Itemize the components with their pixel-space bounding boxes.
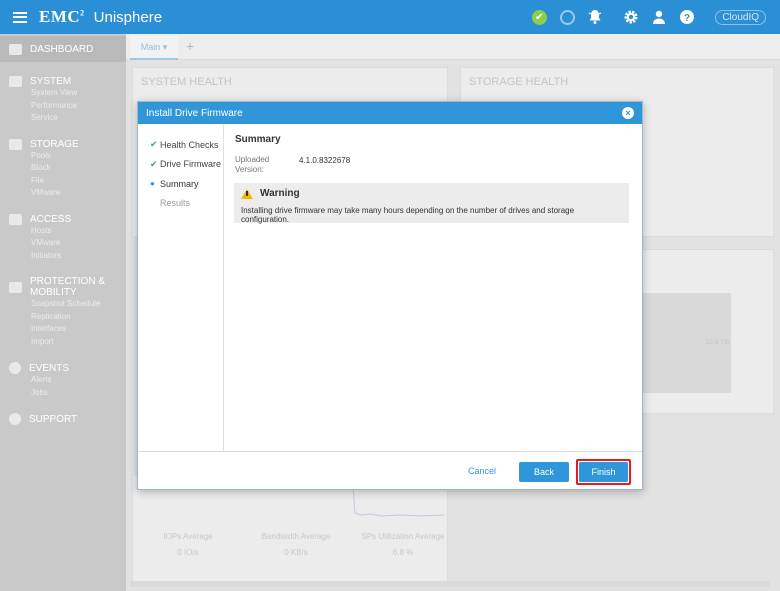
clock-icon[interactable] [559, 9, 575, 25]
sp-util-value: 6.8 % [392, 548, 414, 557]
dialog-footer: Cancel Back Finish [138, 451, 642, 489]
sidebar-section-protection[interactable]: PROTECTION & MOBILITY [0, 276, 126, 298]
dashboard-icon [9, 43, 22, 55]
wizard-step-health-checks[interactable]: ✔ Health Checks [138, 135, 223, 155]
sidebar-item-interfaces[interactable]: Interfaces [0, 323, 126, 336]
back-button[interactable]: Back [519, 462, 569, 482]
iops-label: IOPs Average [163, 532, 213, 541]
wizard-step-summary[interactable]: ● Summary [138, 174, 223, 194]
warning-box: Warning Installing drive firmware may ta… [234, 183, 629, 224]
uploaded-version-value: 4.1.0.8322678 [299, 156, 351, 165]
warning-icon [241, 188, 253, 199]
system-health-title: SYSTEM HEALTH [141, 76, 232, 88]
sp-util-label: SPs Utilization Average [361, 532, 445, 541]
sidebar-item-vmware-access[interactable]: VMware [0, 237, 126, 250]
system-icon [9, 76, 22, 87]
sidebar-item-service[interactable]: Service [0, 112, 126, 125]
sidebar-item-file[interactable]: File [0, 175, 126, 188]
capacity-value: 10.8 TB [705, 339, 730, 346]
warning-title: Warning [260, 188, 300, 199]
iops-value: 0 IO/s [177, 548, 199, 557]
gear-icon[interactable] [623, 9, 639, 25]
sidebar-item-pools[interactable]: Pools [0, 150, 126, 163]
sidebar-item-replication[interactable]: Replication [0, 311, 126, 324]
shield-icon [9, 281, 22, 293]
sidebar-item-block[interactable]: Block [0, 162, 126, 175]
cloudiq-link[interactable]: CloudIQ [715, 9, 766, 25]
sidebar-section-support[interactable]: SUPPORT [0, 413, 126, 425]
sidebar-item-dashboard[interactable]: DASHBOARD [0, 36, 126, 62]
uploaded-version-row: Uploaded Version: 4.1.0.8322678 [235, 155, 635, 175]
system-ok-icon[interactable]: ✔ [531, 9, 547, 25]
sidebar-section-system[interactable]: SYSTEM [0, 76, 126, 87]
dialog-header: Install Drive Firmware × [138, 102, 642, 124]
sidebar-item-alerts[interactable]: Alerts [0, 374, 126, 387]
uploaded-version-label: Uploaded Version: [235, 155, 270, 174]
product-name: Unisphere [93, 8, 163, 26]
sidebar-item-import[interactable]: Import [0, 336, 126, 349]
sidebar-item-jobs[interactable]: Jobs [0, 387, 126, 400]
bell-icon[interactable] [587, 9, 603, 25]
sidebar-section-events[interactable]: EVENTS [0, 362, 126, 374]
support-icon [9, 413, 21, 425]
wizard-step-results: Results [160, 198, 191, 209]
sidebar-item-initiators[interactable]: Initiators [0, 250, 126, 263]
performance-panel: IOPs Average 0 IO/s Bandwidth Average 0 … [132, 474, 448, 584]
current-step-dot-icon: ● [150, 179, 155, 189]
add-tab-icon[interactable]: + [186, 38, 194, 54]
sidebar-item-vmware-storage[interactable]: VMware [0, 187, 126, 200]
finish-button[interactable]: Finish [579, 462, 628, 482]
bandwidth-value: 0 KB/s [284, 548, 308, 557]
wizard-steps: ✔ Health Checks ✔ Drive Firmware ● Summary … [138, 124, 224, 451]
help-icon[interactable]: ? [679, 9, 695, 25]
menu-icon[interactable] [13, 11, 27, 23]
events-icon [9, 362, 21, 374]
sidebar-item-performance[interactable]: Performance [0, 100, 126, 113]
sidebar: DASHBOARD SYSTEM System View Performance… [0, 34, 126, 591]
wizard-content: Summary Uploaded Version: 4.1.0.8322678 … [234, 124, 635, 224]
user-icon[interactable] [651, 9, 667, 25]
brand-logo: EMC2 [39, 7, 85, 26]
sidebar-item-system-view[interactable]: System View [0, 87, 126, 100]
cancel-button[interactable]: Cancel [468, 466, 496, 476]
tab-main[interactable]: Main ▾ [130, 36, 178, 60]
wizard-step-drive-firmware[interactable]: ✔ Drive Firmware [138, 155, 223, 175]
close-icon[interactable]: × [622, 107, 634, 119]
install-drive-firmware-dialog: Install Drive Firmware × ✔ Health Checks … [137, 101, 643, 490]
warning-text: Installing drive firmware may take many … [241, 206, 575, 224]
sidebar-section-access[interactable]: ACCESS [0, 213, 126, 225]
bandwidth-label: Bandwidth Average [261, 532, 331, 541]
sidebar-item-hosts[interactable]: Hosts [0, 225, 126, 238]
sidebar-section-storage[interactable]: STORAGE [0, 138, 126, 150]
dialog-title: Install Drive Firmware [146, 107, 243, 119]
storage-health-title: STORAGE HEALTH [469, 76, 569, 88]
check-icon: ✔ [150, 158, 158, 169]
dashboard-tabs: Main ▾ + [126, 34, 780, 60]
top-bar: EMC2 Unisphere ✔ ? CloudIQ [0, 0, 780, 34]
summary-title: Summary [235, 134, 281, 145]
svg-text:?: ? [684, 13, 690, 24]
access-icon [9, 213, 22, 225]
check-icon: ✔ [150, 139, 158, 150]
sidebar-item-snapshot-schedule[interactable]: Snapshot Schedule [0, 298, 126, 311]
horizontal-scrollbar[interactable] [130, 581, 770, 587]
storage-icon [9, 138, 22, 150]
